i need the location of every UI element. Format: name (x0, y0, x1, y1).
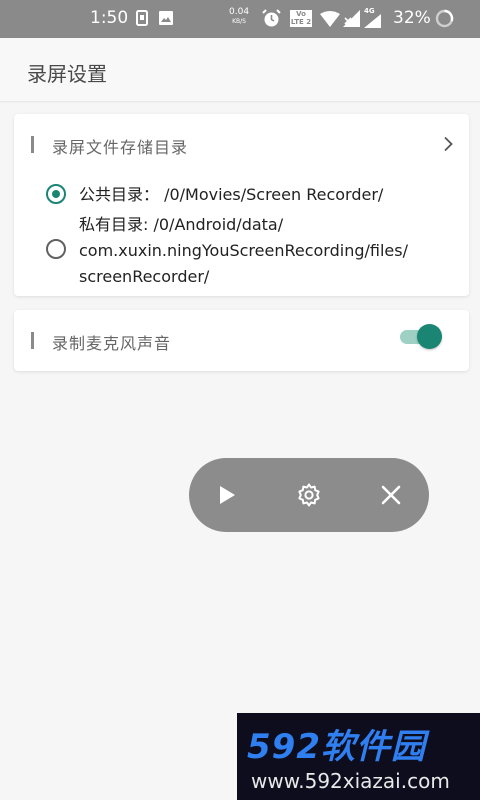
page-title: 录屏设置 (27, 62, 107, 86)
volte-badge: Vo LTE 2 (290, 10, 312, 27)
signal-icon-2 (364, 13, 382, 32)
network-speed-value: 0.04 (229, 7, 250, 17)
private-directory-label-line3: screenRecorder/ (79, 267, 210, 286)
battery-ring-icon (435, 9, 454, 32)
notification-icon (136, 10, 148, 30)
status-bar: 1:50 0.04 KB/S Vo LTE 2 4G 32% (0, 0, 480, 38)
play-icon[interactable] (213, 481, 241, 509)
section-marker (31, 332, 34, 349)
public-directory-radio[interactable] (46, 184, 66, 204)
storage-directory-card: 录屏文件存储目录 公共目录： /0/Movies/Screen Recorder… (14, 114, 469, 296)
watermark-url: www.592xiazai.com (251, 769, 450, 793)
public-directory-label: 公共目录： /0/Movies/Screen Recorder/ (79, 185, 384, 204)
image-icon (158, 10, 174, 30)
status-time: 1:50 (90, 8, 129, 28)
toggle-thumb[interactable] (417, 324, 442, 349)
battery-percent: 32% (393, 8, 431, 28)
app-bar: 录屏设置 (0, 38, 480, 101)
private-directory-label-line1: 私有目录: /0/Android/data/ (79, 215, 284, 234)
private-directory-radio[interactable] (46, 239, 66, 259)
floating-control-bar (189, 458, 429, 532)
network-speed-unit: KB/S (232, 18, 246, 25)
settings-gear-icon[interactable] (295, 481, 323, 509)
watermark-logo: 592软件园 (247, 727, 426, 767)
wifi-icon (320, 11, 340, 31)
alarm-icon (262, 9, 281, 32)
record-microphone-title: 录制麦克风声音 (52, 334, 172, 353)
signal-icon (343, 10, 361, 31)
close-icon[interactable] (377, 481, 405, 509)
microphone-card: 录制麦克风声音 (14, 310, 469, 371)
network-speed: 0.04 KB/S (229, 8, 249, 26)
section-marker (31, 136, 34, 153)
private-directory-label-line2: com.xuxin.ningYouScreenRecording/files/ (79, 241, 408, 260)
watermark: 592软件园 www.592xiazai.com (237, 713, 480, 800)
chevron-right-icon[interactable] (442, 136, 454, 156)
storage-directory-title: 录屏文件存储目录 (52, 138, 189, 157)
